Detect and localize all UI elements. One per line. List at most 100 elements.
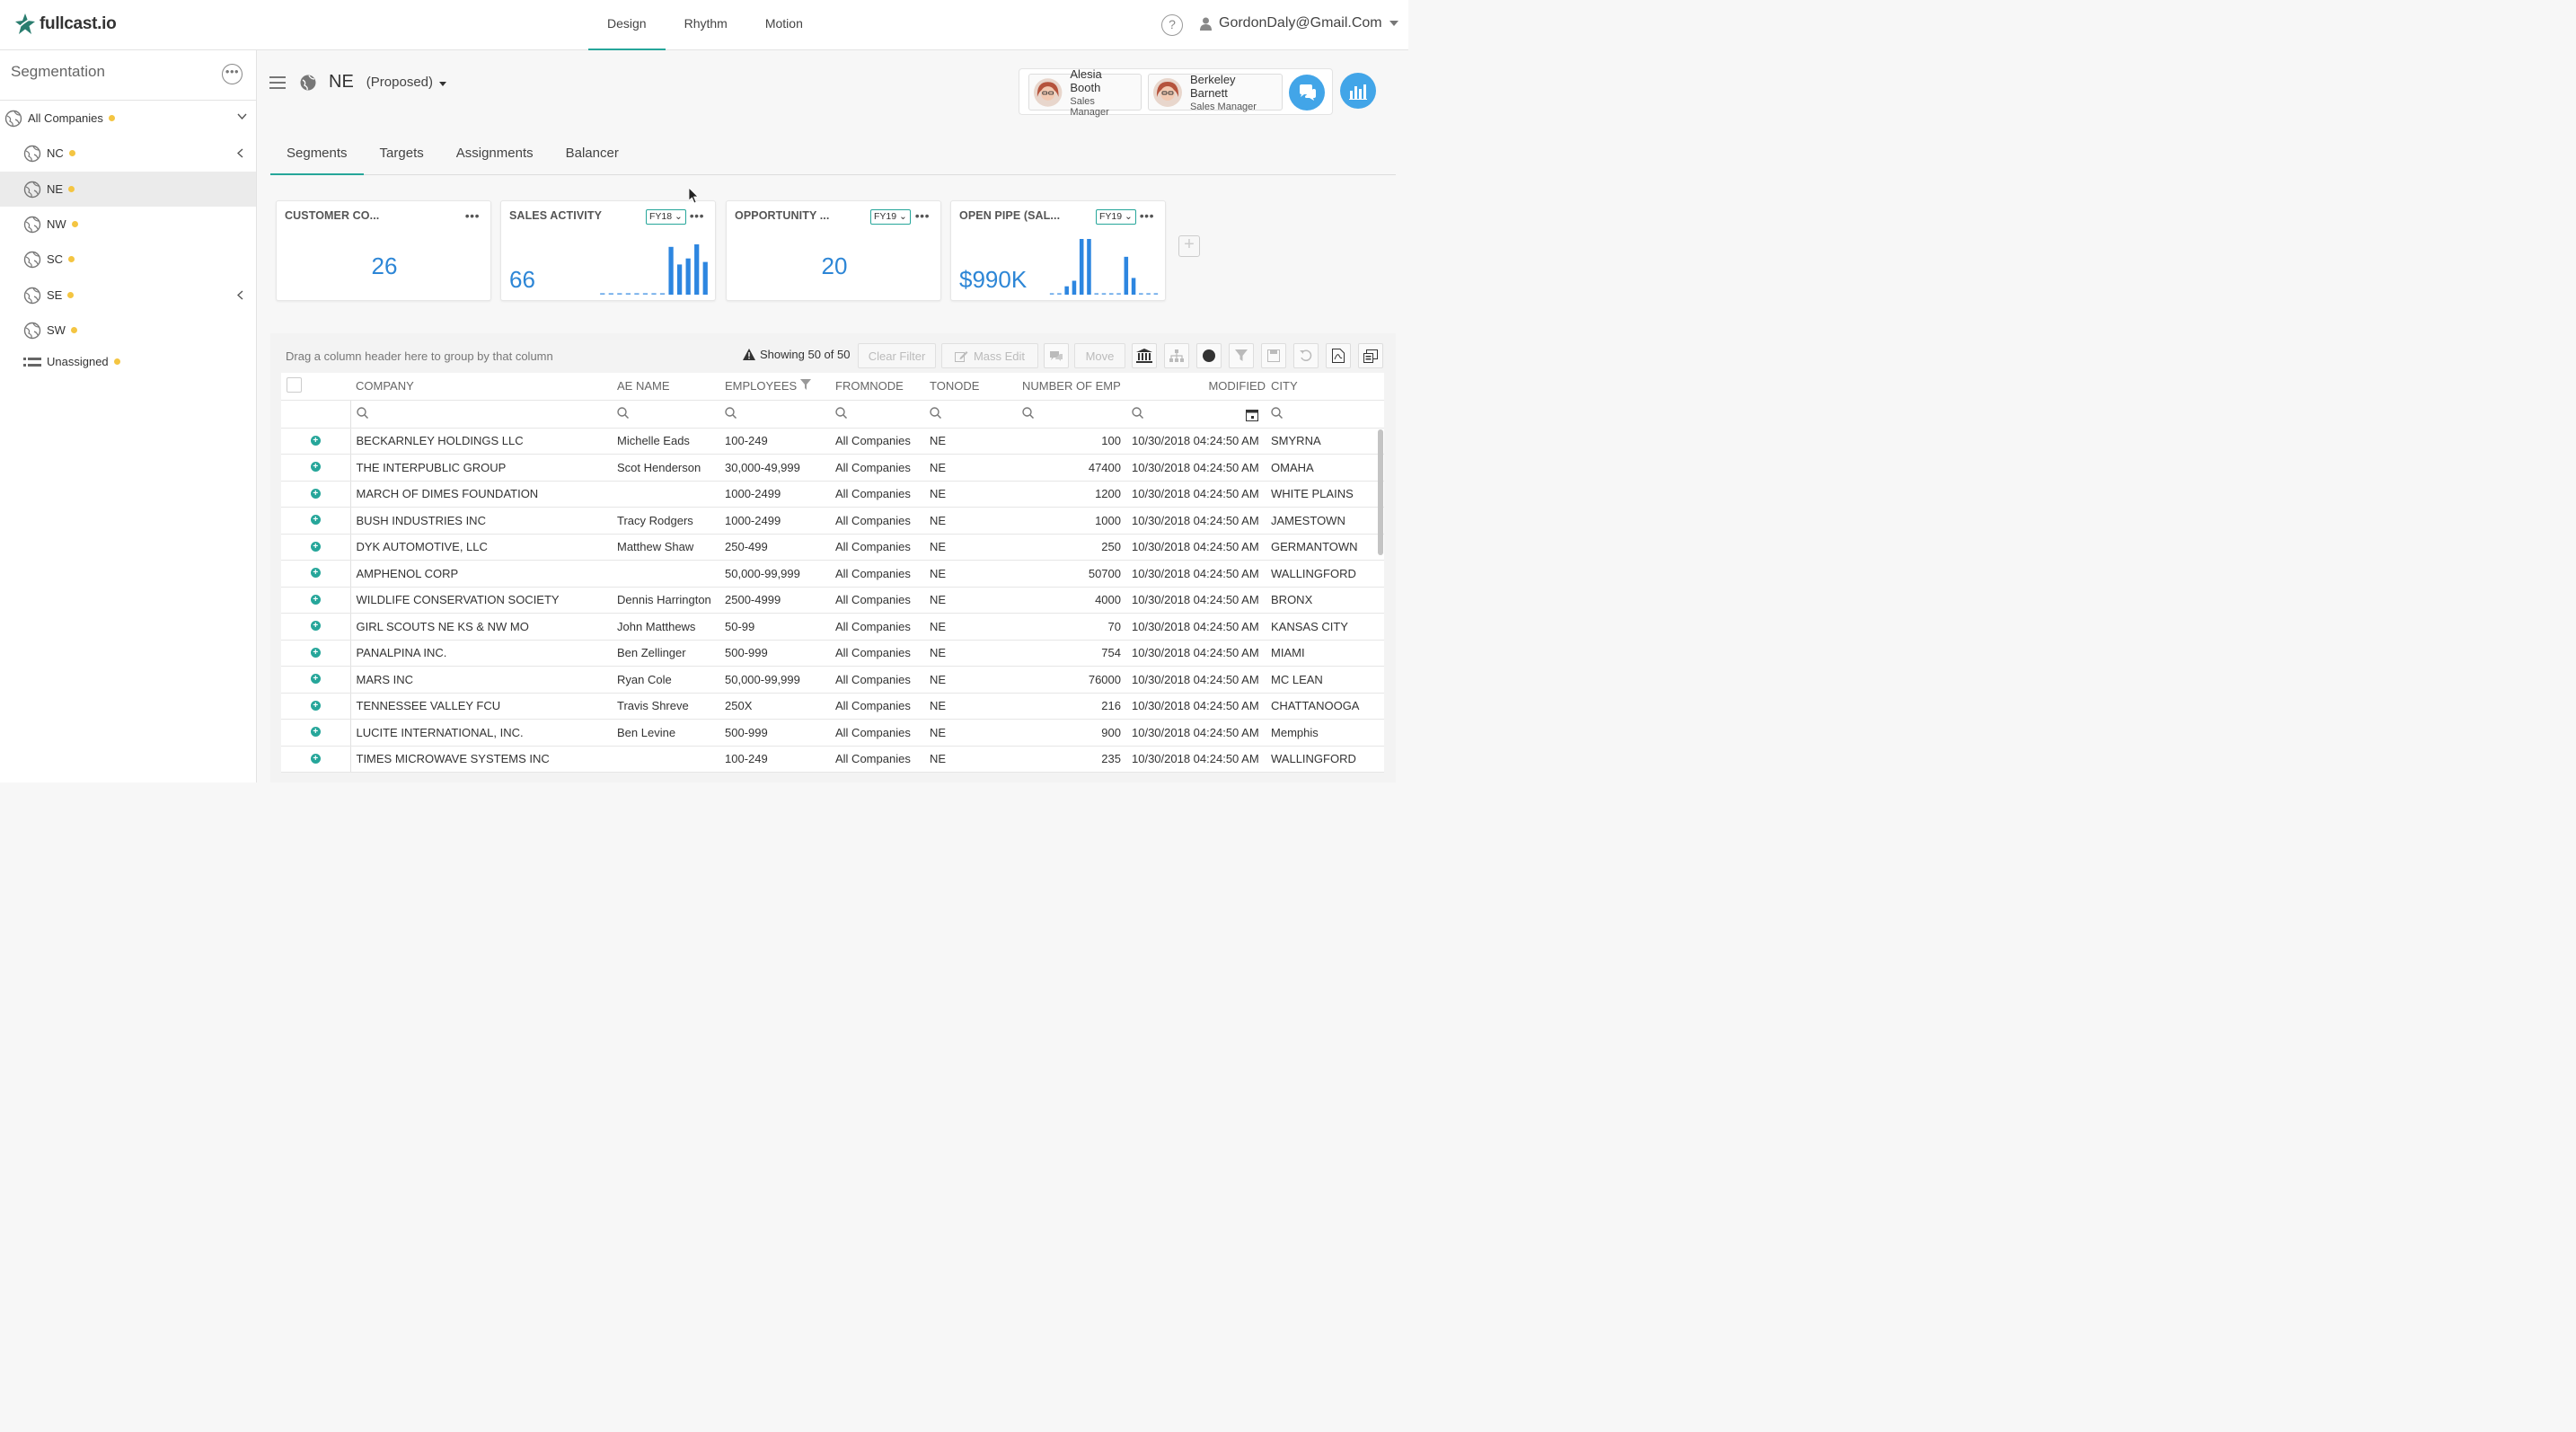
- fy-select[interactable]: FY19 ⌄: [1096, 209, 1136, 225]
- table-row[interactable]: + MARS INC Ryan Cole 50,000-99,999 All Compa…: [281, 666, 1385, 694]
- cell-employees[interactable]: 100-249: [719, 746, 830, 773]
- filter-city-input[interactable]: [1266, 400, 1385, 429]
- nav-motion[interactable]: Motion: [746, 0, 822, 50]
- cell-employees[interactable]: 500-999: [719, 719, 830, 747]
- cell-modified[interactable]: 10/30/2018 04:24:50 AM: [1126, 587, 1266, 614]
- cell-company[interactable]: WILDLIFE CONSERVATION SOCIETY: [350, 587, 612, 614]
- cell-employees[interactable]: 50,000-99,999: [719, 666, 830, 694]
- column-header-city[interactable]: CITY: [1266, 373, 1385, 401]
- cell-modified[interactable]: 10/30/2018 04:24:50 AM: [1126, 640, 1266, 667]
- cell-tonode[interactable]: NE: [924, 454, 1017, 482]
- column-header-ae-name[interactable]: AE NAME: [612, 373, 719, 401]
- cell-modified[interactable]: 10/30/2018 04:24:50 AM: [1126, 666, 1266, 694]
- add-row-icon[interactable]: +: [310, 621, 321, 631]
- tree-item-nc[interactable]: NC: [0, 136, 256, 171]
- cell-number-of-emp[interactable]: 50700: [1017, 560, 1126, 588]
- add-row-icon[interactable]: +: [310, 594, 321, 605]
- cell-city[interactable]: JAMESTOWN: [1266, 507, 1385, 535]
- cell-company[interactable]: THE INTERPUBLIC GROUP: [350, 454, 612, 482]
- table-row[interactable]: + THE INTERPUBLIC GROUP Scot Henderson 30,0…: [281, 454, 1385, 482]
- cell-tonode[interactable]: NE: [924, 613, 1017, 641]
- cell-number-of-emp[interactable]: 216: [1017, 693, 1126, 720]
- filter-icon[interactable]: [1229, 343, 1254, 368]
- cell-city[interactable]: OMAHA: [1266, 454, 1385, 482]
- filter-employees-input[interactable]: [719, 400, 830, 429]
- cell-modified[interactable]: 10/30/2018 04:24:50 AM: [1126, 613, 1266, 641]
- cell-city[interactable]: WALLINGFORD: [1266, 746, 1385, 773]
- export-pdf-icon[interactable]: [1326, 343, 1351, 368]
- tab-assignments[interactable]: Assignments: [440, 135, 550, 175]
- move-button[interactable]: Move: [1074, 343, 1125, 368]
- card-menu-icon[interactable]: •••: [690, 208, 704, 223]
- add-row-icon[interactable]: +: [310, 753, 321, 764]
- cell-modified[interactable]: 10/30/2018 04:24:50 AM: [1126, 534, 1266, 561]
- cell-employees[interactable]: 2500-4999: [719, 587, 830, 614]
- column-header-number-of-emp[interactable]: NUMBER OF EMP MODIFIED: [1017, 373, 1266, 401]
- cell-tonode[interactable]: NE: [924, 587, 1017, 614]
- cell-ae-name[interactable]: [612, 746, 719, 773]
- filter-ae-name-input[interactable]: [612, 400, 719, 429]
- cell-employees[interactable]: 500-999: [719, 640, 830, 667]
- cell-fromnode[interactable]: All Companies: [830, 587, 924, 614]
- cell-modified[interactable]: 10/30/2018 04:24:50 AM: [1126, 481, 1266, 508]
- cell-fromnode[interactable]: All Companies: [830, 640, 924, 667]
- tree-item-se[interactable]: SE: [0, 278, 256, 313]
- cell-tonode[interactable]: NE: [924, 428, 1017, 455]
- cell-tonode[interactable]: NE: [924, 481, 1017, 508]
- column-header-company[interactable]: COMPANY: [350, 373, 612, 401]
- cell-city[interactable]: WHITE PLAINS: [1266, 481, 1385, 508]
- cell-tonode[interactable]: NE: [924, 560, 1017, 588]
- nav-rhythm[interactable]: Rhythm: [666, 0, 746, 50]
- table-row[interactable]: + LUCITE INTERNATIONAL, INC. Ben Levine 500…: [281, 719, 1385, 747]
- app-logo[interactable]: fullcast.io: [14, 13, 117, 36]
- table-row[interactable]: + GIRL SCOUTS NE KS & NW MO John Matthews 5…: [281, 613, 1385, 641]
- cell-city[interactable]: CHATTANOOGA: [1266, 693, 1385, 720]
- cell-city[interactable]: BRONX: [1266, 587, 1385, 614]
- table-row[interactable]: + PANALPINA INC. Ben Zellinger 500-999 All C…: [281, 640, 1385, 667]
- cell-ae-name[interactable]: Matthew Shaw: [612, 534, 719, 561]
- card-menu-icon[interactable]: •••: [915, 208, 930, 223]
- filter-modified-input[interactable]: [1126, 400, 1266, 429]
- add-row-icon[interactable]: +: [310, 647, 321, 658]
- bank-icon[interactable]: [1132, 343, 1157, 368]
- tab-segments[interactable]: Segments: [270, 135, 364, 175]
- add-row-icon[interactable]: +: [310, 541, 321, 552]
- calendar-icon[interactable]: [1246, 409, 1259, 421]
- filter-company-input[interactable]: [350, 400, 612, 429]
- tree-item-unassigned[interactable]: Unassigned: [0, 344, 256, 379]
- cell-number-of-emp[interactable]: 4000: [1017, 587, 1126, 614]
- cell-city[interactable]: MIAMI: [1266, 640, 1385, 667]
- analytics-button[interactable]: [1340, 73, 1376, 109]
- user-menu[interactable]: GordonDaly@Gmail.Com: [1200, 15, 1398, 31]
- tab-targets[interactable]: Targets: [364, 135, 440, 175]
- chevron-left-icon[interactable]: [237, 148, 243, 158]
- cell-number-of-emp[interactable]: 100: [1017, 428, 1126, 455]
- cell-tonode[interactable]: NE: [924, 534, 1017, 561]
- table-row[interactable]: + BUSH INDUSTRIES INC Tracy Rodgers 1000-24…: [281, 507, 1385, 535]
- comment-icon[interactable]: [1044, 343, 1069, 368]
- cell-ae-name[interactable]: Michelle Eads: [612, 428, 719, 455]
- tab-balancer[interactable]: Balancer: [550, 135, 635, 175]
- add-row-icon[interactable]: +: [310, 488, 321, 499]
- fy-select[interactable]: FY19 ⌄: [870, 209, 911, 225]
- add-row-icon[interactable]: +: [310, 435, 321, 446]
- globe-icon[interactable]: [300, 75, 316, 91]
- sidebar-more-icon[interactable]: •••: [222, 64, 243, 84]
- cell-number-of-emp[interactable]: 47400: [1017, 454, 1126, 482]
- cell-employees[interactable]: 50,000-99,999: [719, 560, 830, 588]
- cell-city[interactable]: MC LEAN: [1266, 666, 1385, 694]
- cell-modified[interactable]: 10/30/2018 04:24:50 AM: [1126, 746, 1266, 773]
- cell-company[interactable]: LUCITE INTERNATIONAL, INC.: [350, 719, 612, 747]
- cell-modified[interactable]: 10/30/2018 04:24:50 AM: [1126, 560, 1266, 588]
- cell-fromnode[interactable]: All Companies: [830, 560, 924, 588]
- cell-fromnode[interactable]: All Companies: [830, 454, 924, 482]
- team-member-card[interactable]: Berkeley Barnett Sales Manager: [1148, 73, 1283, 112]
- cell-company[interactable]: BECKARNLEY HOLDINGS LLC: [350, 428, 612, 455]
- cell-city[interactable]: GERMANTOWN: [1266, 534, 1385, 561]
- add-card-icon[interactable]: +: [1178, 235, 1200, 257]
- cell-tonode[interactable]: NE: [924, 666, 1017, 694]
- table-row[interactable]: + WILDLIFE CONSERVATION SOCIETY Dennis Har…: [281, 587, 1385, 614]
- tree-item-ne[interactable]: NE: [0, 172, 256, 207]
- cell-company[interactable]: TENNESSEE VALLEY FCU: [350, 693, 612, 720]
- chevron-left-icon[interactable]: [237, 290, 243, 300]
